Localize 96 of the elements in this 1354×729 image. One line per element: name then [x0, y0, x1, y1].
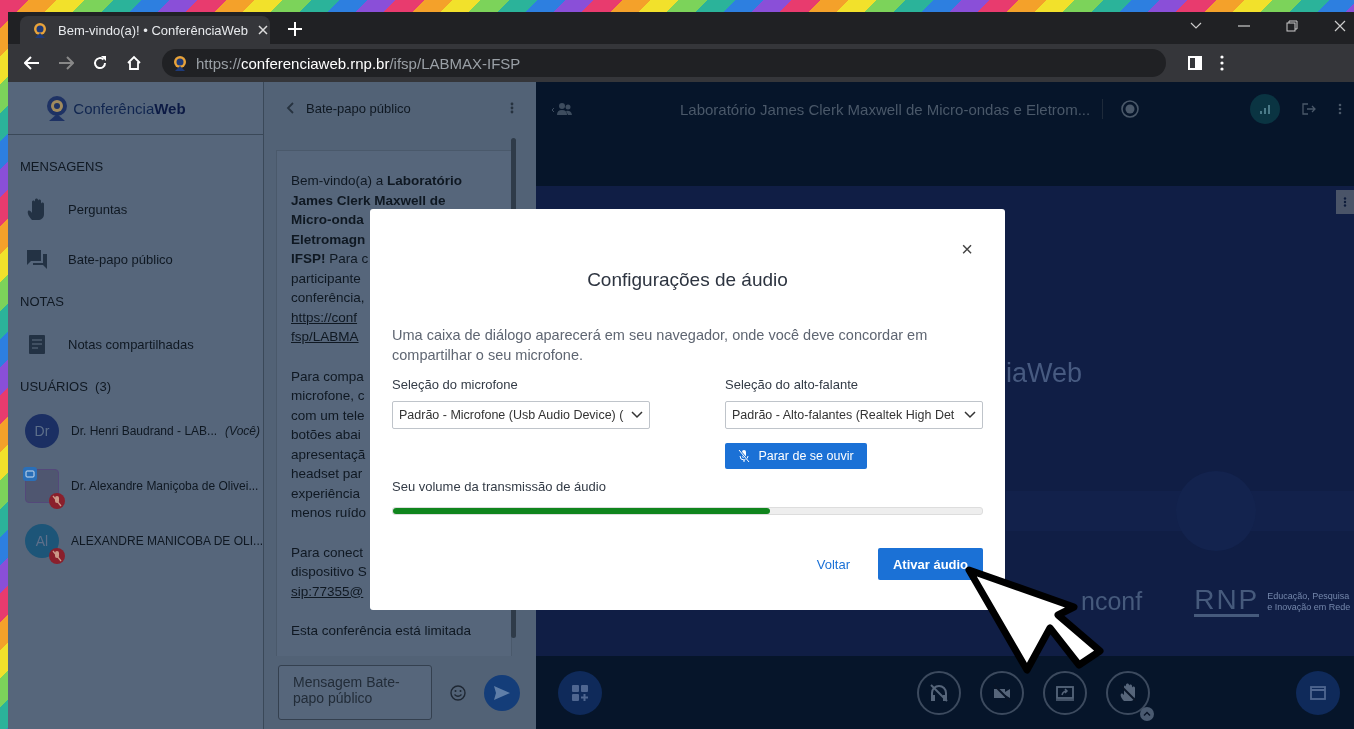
headphones-off-icon	[928, 682, 949, 703]
message-text: apresentaçã	[291, 445, 366, 464]
chevron-down-icon	[964, 411, 976, 419]
message-text: menos ruído	[291, 504, 367, 522]
close-icon[interactable]	[258, 25, 268, 35]
message-link[interactable]: sip:77355@	[291, 581, 364, 601]
message-text: conferência,	[291, 289, 365, 307]
close-button[interactable]: ×	[961, 239, 973, 259]
tab-title: Bem-vindo(a)! • ConferênciaWeb	[58, 22, 248, 38]
window-icon	[1310, 685, 1326, 700]
chevron-down-icon	[631, 411, 643, 419]
message-link[interactable]: fsp/LABMA	[291, 327, 359, 347]
note-icon	[26, 333, 48, 355]
caret-up-icon[interactable]	[1139, 706, 1154, 721]
message-text: Para compa	[291, 367, 364, 386]
chevron-left-icon[interactable]	[286, 102, 294, 114]
select-field[interactable]: Padrão - Alto-falantes (Realtek High Det	[725, 401, 983, 429]
site-logo-icon	[32, 22, 48, 38]
back-arrow-icon[interactable]	[24, 56, 40, 70]
message-text: Bem-vindo(a) a Laboratório	[291, 172, 463, 190]
message-text: IFSP! Para c	[291, 250, 369, 268]
side-panel-icon[interactable]	[1188, 56, 1202, 70]
reload-icon[interactable]	[92, 55, 108, 71]
message-text: Micro-onda	[291, 211, 364, 229]
logout-icon[interactable]	[1302, 103, 1316, 115]
logo-tagline: Educação, Pesquisa e Inovação em Rede	[1267, 590, 1351, 613]
field-label: Seleção do microfone	[392, 377, 519, 392]
sidebar-item[interactable]: Perguntas	[8, 184, 263, 234]
message-text: James Clerk Maxwell de	[291, 191, 446, 210]
message-link[interactable]: https://conf	[291, 307, 358, 327]
audio-button[interactable]	[916, 670, 961, 715]
field-label: Seleção do alto-falante	[725, 377, 859, 392]
message-text: botões abai	[291, 426, 361, 444]
user-name[interactable]: ALEXANDRE MANICOBA DE OLI...	[71, 534, 264, 548]
message-text: microfone, c	[291, 387, 365, 405]
forward-arrow-icon[interactable]	[58, 56, 74, 70]
send-icon	[493, 684, 511, 701]
message-text: dispositivo S	[291, 563, 367, 581]
chat-bubbles-icon	[26, 248, 48, 270]
signal-bars-icon	[1260, 104, 1270, 114]
section-heading: MENSAGENS	[19, 158, 105, 176]
mic-off-icon	[738, 449, 751, 463]
logo-text: ConferênciaWeb	[73, 99, 186, 117]
webcam-logo-icon	[45, 95, 70, 121]
screen-share-button[interactable]	[1042, 670, 1087, 715]
message-text: participante	[291, 269, 361, 288]
message-text: headset par	[291, 465, 363, 483]
message-text: experiência	[291, 484, 361, 503]
partner-logo-text: nconf	[1081, 587, 1143, 616]
slide-logo-text: iaWeb	[1006, 358, 1083, 389]
user-avatar: Al	[25, 524, 59, 558]
message-text: Para conect	[291, 543, 364, 562]
close-icon[interactable]	[1334, 20, 1346, 32]
address-field[interactable]: https://conferenciaweb.rnp.br/ifsp/LABMAX-IFSP	[162, 49, 1166, 77]
chat-title: Bate-papo público	[306, 100, 411, 116]
slide-menu-button[interactable]	[1336, 190, 1354, 214]
browser-tab[interactable]: Bem-vindo(a)! • ConferênciaWeb	[20, 16, 270, 44]
select-field[interactable]: Padrão - Microfone (Usb Audio Device) (	[392, 401, 650, 429]
layout-button[interactable]	[1296, 670, 1340, 715]
record-icon[interactable]	[1121, 100, 1140, 118]
actions-button[interactable]	[558, 670, 602, 715]
field-label: Seu volume da transmissão de áudio	[392, 479, 607, 494]
connection-status-button[interactable]	[1250, 94, 1280, 124]
sidebar-item[interactable]: Notas compartilhadas	[8, 319, 263, 369]
message-text: Esta conferência está limitada	[291, 622, 472, 640]
message-input[interactable]: Mensagem Bate-papo público	[278, 665, 432, 720]
user-avatar: Dr	[25, 414, 59, 448]
users-icon[interactable]	[550, 102, 574, 116]
rnp-logo: RNP	[1194, 586, 1260, 617]
user-name[interactable]: Dr. Henri Baudrand - LAB...	[71, 424, 218, 438]
user-name[interactable]: Dr. Alexandre Maniçoba de Olivei...	[71, 479, 259, 493]
home-icon[interactable]	[126, 55, 142, 71]
new-tab-icon[interactable]	[288, 22, 302, 36]
sidebar-item[interactable]: Bate-papo público	[8, 234, 263, 284]
hand-off-icon	[1117, 682, 1138, 703]
more-icon	[1343, 197, 1347, 207]
more-icon[interactable]	[1220, 55, 1224, 71]
restore-icon[interactable]	[1286, 20, 1298, 32]
send-button[interactable]	[484, 674, 520, 711]
section-heading: NOTAS	[19, 293, 65, 311]
url-text: https://conferenciaweb.rnp.br/ifsp/LABMAX-IFSP	[196, 54, 521, 72]
you-label: (Você)	[225, 424, 260, 438]
back-button[interactable]: Voltar	[810, 555, 856, 573]
meeting-title: Laboratório James Clerk Maxwell de Micro-ondas e Eletrom...	[680, 100, 1091, 118]
dialog-title: Configurações de áudio	[586, 269, 789, 291]
video-button[interactable]	[979, 670, 1024, 715]
dialog-description: Uma caixa de diálogo aparecerá em seu navegador, onde você deve concordar em compartilhar o seu microfone.	[392, 326, 929, 365]
grid-plus-icon	[572, 684, 588, 701]
message-text: com um tele	[291, 406, 365, 425]
enable-audio-button[interactable]: Ativar áudio	[878, 548, 983, 580]
stop-listening-button[interactable]: Parar de se ouvir	[725, 443, 867, 469]
site-logo-icon	[172, 55, 188, 71]
section-heading: USUÁRIOS (3)	[19, 378, 112, 396]
emoji-icon[interactable]	[450, 684, 466, 701]
chevron-down-icon[interactable]	[1190, 22, 1202, 30]
message-text: Eletromagn	[291, 230, 366, 249]
